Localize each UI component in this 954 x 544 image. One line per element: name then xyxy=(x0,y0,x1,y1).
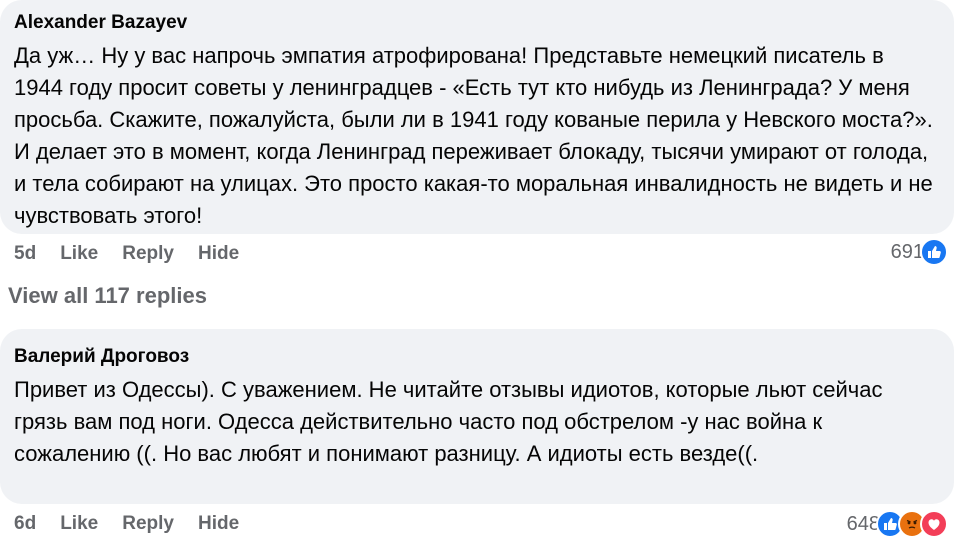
reaction-count: 691 xyxy=(890,240,924,263)
comment-actions-1: 5d Like Reply Hide xyxy=(14,243,239,265)
love-icon xyxy=(920,510,948,538)
reaction-summary-2[interactable]: 648 xyxy=(847,508,948,540)
like-icon xyxy=(920,238,948,266)
reaction-summary-1[interactable]: 691 xyxy=(891,237,948,267)
like-button[interactable]: Like xyxy=(60,243,98,265)
reaction-count: 648 xyxy=(846,512,880,535)
comment-bubble-2: Валерий Дроговоз Привет из Одессы). С ув… xyxy=(0,329,954,504)
like-button[interactable]: Like xyxy=(60,513,98,535)
comment-author[interactable]: Alexander Bazayev xyxy=(14,10,938,36)
hide-button[interactable]: Hide xyxy=(198,243,239,265)
comment-text: Да уж… Ну у вас напрочь эмпатия атрофиро… xyxy=(14,43,933,228)
hide-button[interactable]: Hide xyxy=(198,513,239,535)
comment-author[interactable]: Валерий Дроговоз xyxy=(14,344,938,370)
reply-button[interactable]: Reply xyxy=(122,243,174,265)
reply-button[interactable]: Reply xyxy=(122,513,174,535)
comment-timestamp[interactable]: 5d xyxy=(14,243,36,265)
comment-text: Привет из Одессы). С уважением. Не читай… xyxy=(14,377,883,466)
comment-timestamp[interactable]: 6d xyxy=(14,513,36,535)
view-all-replies-link[interactable]: View all 117 replies xyxy=(8,283,207,309)
comment-actions-2: 6d Like Reply Hide xyxy=(14,513,239,535)
comment-bubble-1: Alexander Bazayev Да уж… Ну у вас напроч… xyxy=(0,0,954,234)
